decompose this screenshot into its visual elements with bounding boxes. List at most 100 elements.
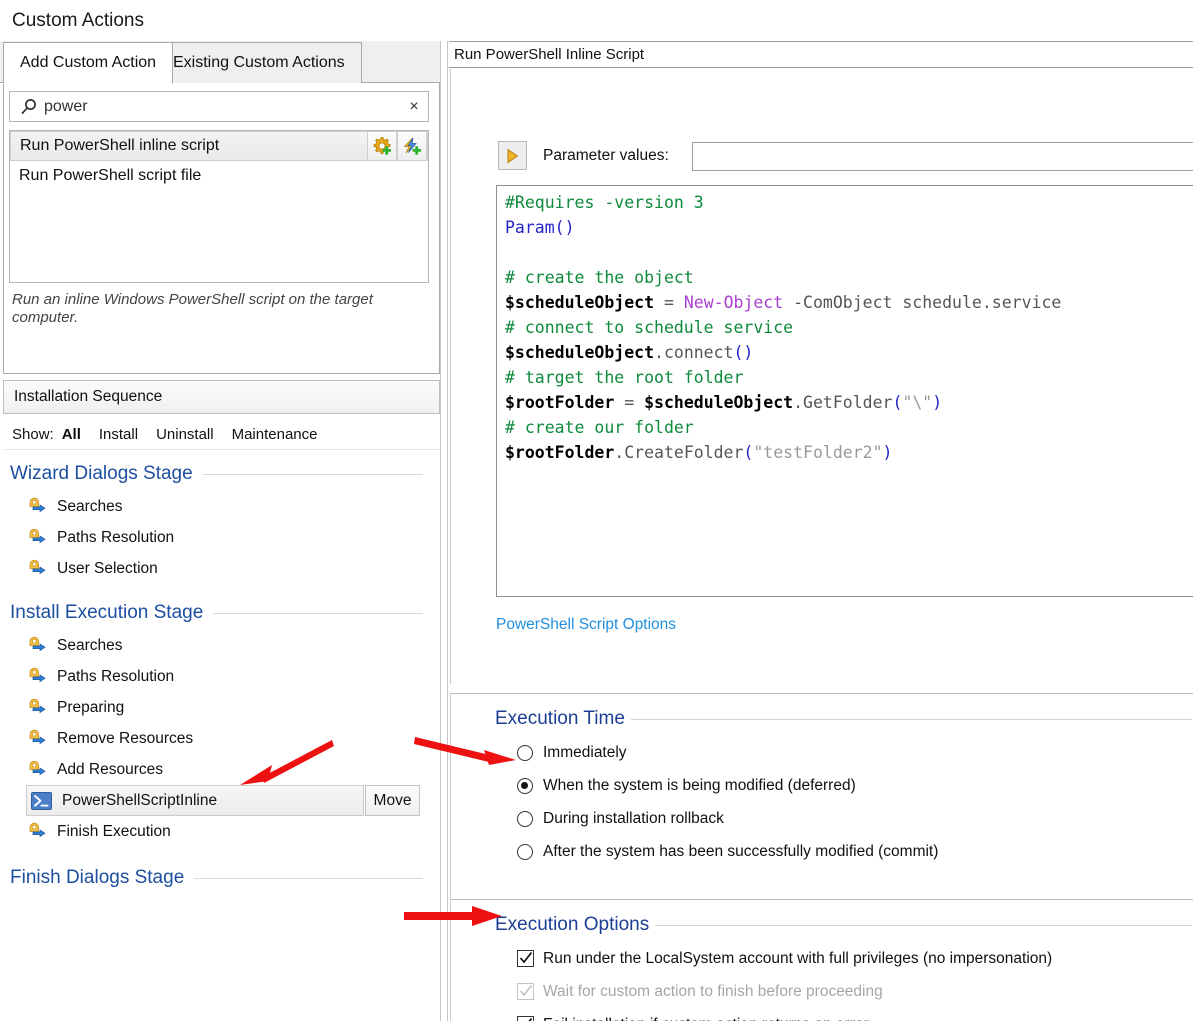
radio-button-icon[interactable] [517, 810, 533, 827]
tree-item-user-selection[interactable]: User Selection [0, 553, 437, 584]
tree-item-label: User Selection [57, 559, 158, 577]
section-title: Execution Time [495, 708, 625, 729]
execution-time-header: Execution Time [495, 708, 1193, 730]
tree-item-finish-execution[interactable]: Finish Execution [0, 816, 437, 847]
checkbox-fail-on-error[interactable]: Fail installation if custom action retur… [517, 1008, 1193, 1021]
left-pane: Add Custom Action Existing Custom Action… [0, 41, 440, 1021]
radio-deferred[interactable]: When the system is being modified (defer… [517, 769, 1193, 802]
right-pane: Run PowerShell Inline Script Parameter v… [449, 41, 1193, 1021]
checkbox-checked-icon[interactable] [517, 1016, 534, 1021]
powershell-icon [31, 791, 52, 810]
tree-item-paths-resolution[interactable]: Paths Resolution [0, 522, 437, 553]
tab-existing-custom-actions[interactable]: Existing Custom Actions [157, 42, 362, 83]
stage-divider [213, 612, 423, 614]
powershell-script-options-link[interactable]: PowerShell Script Options [496, 616, 676, 634]
radio-button-icon[interactable] [517, 843, 533, 860]
show-filter-row: Show: All Install Uninstall Maintenance [4, 420, 440, 450]
show-filter-maintenance[interactable]: Maintenance [232, 426, 318, 443]
execution-options-section: Execution Options Run under the LocalSys… [450, 899, 1193, 1021]
sequence-action-icon [28, 527, 47, 549]
execution-time-section: Execution Time Immediately When the syst… [450, 693, 1193, 898]
radio-immediately[interactable]: Immediately [517, 736, 1193, 769]
script-card: Parameter values: #Requires -version 3 Pa… [450, 69, 1193, 684]
search-results-list: Run PowerShell inline script Run PowerSh… [9, 130, 429, 283]
add-gear-icon[interactable] [367, 131, 397, 161]
tree-item-label: Paths Resolution [57, 667, 175, 685]
tree-item-label: Searches [57, 636, 123, 654]
section-divider [630, 718, 1192, 720]
execution-options-header: Execution Options [495, 914, 1193, 936]
installation-sequence-header: Installation Sequence [3, 380, 440, 414]
radio-rollback[interactable]: During installation rollback [517, 802, 1193, 835]
parameter-values-input[interactable] [692, 142, 1193, 171]
tab-add-custom-action[interactable]: Add Custom Action [3, 42, 174, 84]
tab-strip: Add Custom Action Existing Custom Action… [0, 41, 440, 84]
sequence-action-icon [28, 635, 47, 657]
tree-item-label: Finish Execution [57, 822, 171, 840]
checkbox-label: Run under the LocalSystem account with f… [543, 949, 1053, 967]
radio-button-selected-icon[interactable] [517, 777, 533, 794]
pane-splitter[interactable] [440, 41, 448, 1021]
search-icon [16, 98, 42, 115]
script-line [505, 240, 1193, 265]
page-title: Custom Actions [0, 0, 1193, 41]
radio-label: Immediately [543, 743, 627, 761]
show-filter-all[interactable]: All [62, 426, 81, 443]
tab-existing-custom-actions-label: Existing Custom Actions [173, 54, 345, 71]
sequence-action-icon [28, 666, 47, 688]
stage-title: Finish Dialogs Stage [10, 867, 185, 888]
tree-item-searches-install[interactable]: Searches [0, 630, 437, 661]
tree-item-label: Preparing [57, 698, 125, 716]
parameter-values-label: Parameter values: [543, 146, 669, 164]
checkbox-localsystem[interactable]: Run under the LocalSystem account with f… [517, 942, 1193, 975]
clear-search-icon[interactable]: × [400, 98, 428, 116]
radio-button-icon[interactable] [517, 744, 533, 761]
stage-finish-dialogs: Finish Dialogs Stage [10, 867, 437, 889]
checkbox-checked-icon[interactable] [517, 950, 534, 967]
search-box[interactable]: × [9, 91, 429, 122]
sequence-action-icon [28, 759, 47, 781]
tree-item-label: Searches [57, 497, 123, 515]
checkbox-label: Wait for custom action to finish before … [543, 982, 883, 1000]
tree-item-powershell-script-inline[interactable]: PowerShellScriptInline Move [26, 785, 420, 816]
radio-label: When the system is being modified (defer… [543, 776, 856, 794]
show-filter-uninstall[interactable]: Uninstall [156, 426, 214, 443]
play-icon[interactable] [498, 141, 527, 170]
action-description: Run an inline Windows PowerShell script … [12, 291, 373, 326]
search-input[interactable] [42, 97, 400, 116]
tree-item-preparing[interactable]: Preparing [0, 692, 437, 723]
tree-item-add-resources[interactable]: Add Resources [0, 754, 437, 785]
checkbox-checked-disabled-icon [517, 983, 534, 1000]
add-lightning-icon[interactable] [397, 131, 427, 161]
tree-item-paths-resolution-install[interactable]: Paths Resolution [0, 661, 437, 692]
sequence-action-icon [28, 496, 47, 518]
tree-item-label: Remove Resources [57, 729, 194, 747]
script-line: $scheduleObject.connect() [505, 343, 754, 362]
show-filter-label: Show: [12, 426, 54, 443]
script-line: # create the object [505, 268, 694, 287]
list-item-actions [367, 131, 427, 161]
move-button[interactable]: Move [365, 785, 420, 816]
sequence-action-icon [28, 697, 47, 719]
tree-item-label: Paths Resolution [57, 528, 175, 546]
parameter-values-row: Parameter values: [498, 141, 669, 170]
stage-title: Install Execution Stage [10, 602, 204, 623]
list-item-label: Run PowerShell script file [19, 167, 202, 184]
stage-wizard-dialogs: Wizard Dialogs Stage [10, 463, 437, 485]
installation-sequence-tree: Wizard Dialogs Stage Searches Paths Reso… [0, 453, 437, 1013]
section-divider [655, 924, 1192, 926]
script-line: $rootFolder.CreateFolder("testFolder2") [505, 443, 893, 462]
tree-item-label: Add Resources [57, 760, 163, 778]
show-filter-install[interactable]: Install [99, 426, 138, 443]
script-line: # target the root folder [505, 368, 744, 387]
list-item[interactable]: Run PowerShell inline script [10, 131, 428, 161]
sequence-action-icon [28, 558, 47, 580]
script-line: $scheduleObject = New-Object -ComObject … [505, 293, 1062, 312]
stage-divider [194, 877, 423, 879]
list-item[interactable]: Run PowerShell script file [10, 161, 428, 191]
tree-item-searches[interactable]: Searches [0, 491, 437, 522]
tree-item-remove-resources[interactable]: Remove Resources [0, 723, 437, 754]
script-editor[interactable]: #Requires -version 3 Param() # create the… [496, 185, 1193, 597]
radio-commit[interactable]: After the system has been successfully m… [517, 835, 1193, 868]
right-pane-header: Run PowerShell Inline Script [449, 41, 1193, 68]
